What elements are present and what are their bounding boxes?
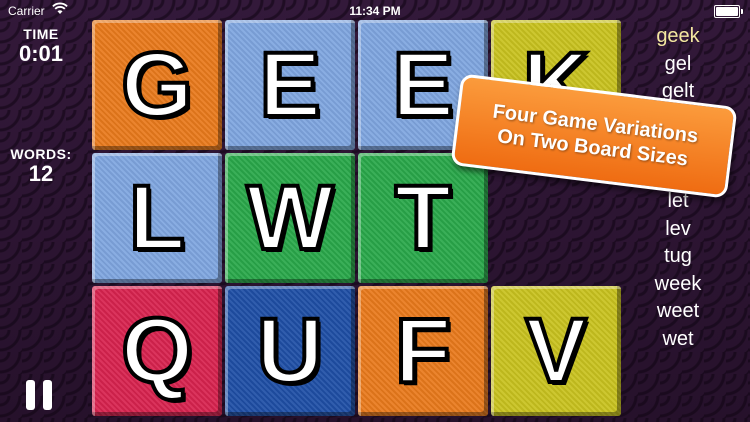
letter-tile[interactable]: L bbox=[92, 153, 222, 283]
letter-tile[interactable]: Q bbox=[92, 286, 222, 416]
found-word: weet bbox=[656, 300, 700, 322]
time-value: 0:01 bbox=[18, 41, 64, 66]
found-word: wet bbox=[662, 327, 694, 350]
battery-icon bbox=[714, 5, 743, 18]
letter-tile[interactable]: U bbox=[225, 286, 355, 416]
word-count: WORDS: 12 bbox=[0, 146, 82, 186]
tile-letter: G bbox=[119, 34, 195, 136]
words-value: 12 bbox=[28, 161, 54, 186]
letter-tile[interactable]: E bbox=[225, 20, 355, 150]
status-time: 11:34 PM bbox=[349, 4, 401, 18]
tile-letter: V bbox=[523, 300, 588, 402]
tile-letter: E bbox=[390, 34, 455, 136]
tile-letter: W bbox=[245, 167, 336, 269]
found-word: gel bbox=[664, 52, 692, 75]
tile-letter: L bbox=[127, 167, 187, 269]
letter-tile[interactable]: W bbox=[225, 153, 355, 283]
letter-tile[interactable]: T bbox=[358, 153, 488, 283]
tile-letter: T bbox=[393, 167, 453, 269]
found-word: tug bbox=[664, 245, 692, 267]
game-board: GEEKLWTQUFV bbox=[92, 20, 622, 418]
pause-icon-bar bbox=[43, 380, 52, 410]
letter-tile[interactable]: F bbox=[358, 286, 488, 416]
found-word: lev bbox=[665, 217, 691, 240]
words-label: WORDS: bbox=[10, 146, 72, 162]
tile-letter: E bbox=[257, 34, 322, 136]
tile-letter: F bbox=[393, 300, 453, 402]
found-word: geek bbox=[656, 25, 700, 47]
time-label: TIME bbox=[23, 26, 59, 42]
pause-button[interactable] bbox=[26, 380, 54, 410]
status-bar: Carrier 11:34 PM bbox=[0, 0, 750, 22]
letter-tile[interactable]: V bbox=[491, 286, 621, 416]
tile-letter: Q bbox=[119, 300, 195, 402]
pause-icon-bar bbox=[26, 380, 35, 410]
found-word: week bbox=[654, 272, 702, 295]
tile-letter: U bbox=[255, 300, 325, 402]
timer: TIME 0:01 bbox=[0, 26, 82, 66]
letter-tile[interactable]: G bbox=[92, 20, 222, 150]
